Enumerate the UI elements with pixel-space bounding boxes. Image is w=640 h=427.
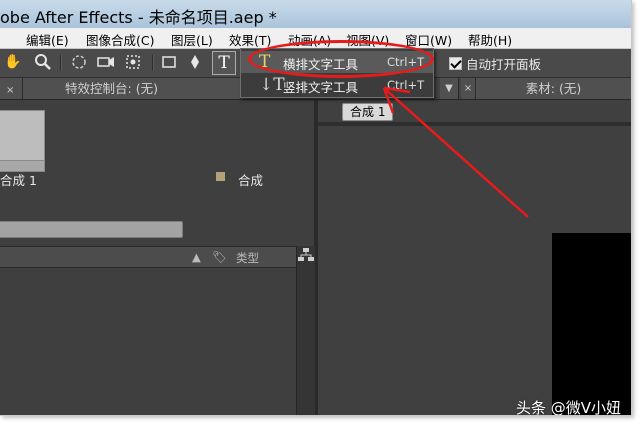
annotation-arrow xyxy=(382,86,529,218)
watermark: 头条 @微V小妞 xyxy=(516,399,622,416)
app-window: obe After Effects - 未命名项目.aep * 编辑(E) 图像… xyxy=(0,0,632,416)
